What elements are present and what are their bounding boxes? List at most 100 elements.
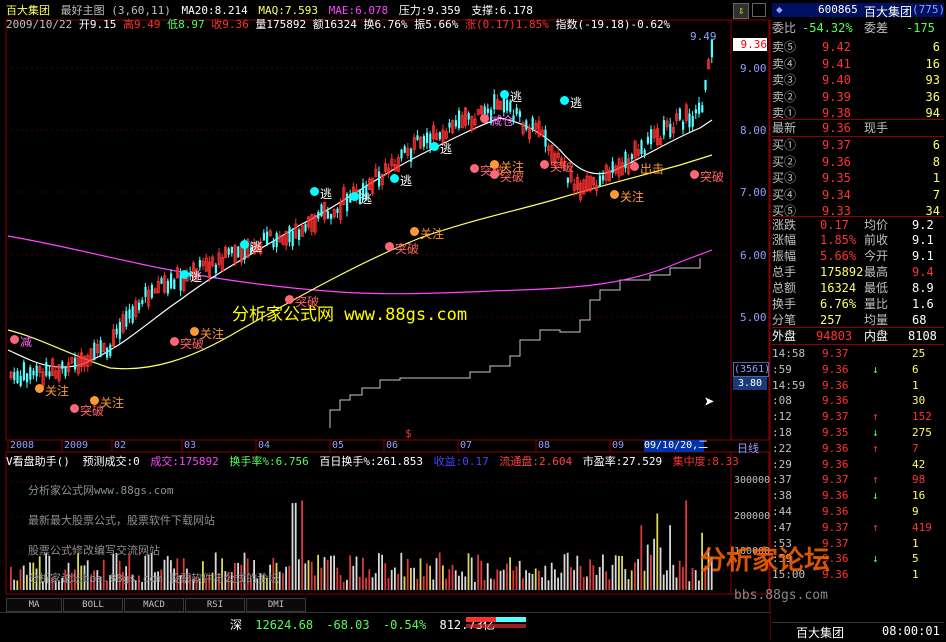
forecast-volume: 预测成交:0: [82, 455, 140, 468]
candle-body: [598, 175, 601, 188]
buy-row[interactable]: 买④ 9.34 7: [772, 187, 944, 203]
sell-volume: 6: [932, 40, 940, 54]
main-chart-frame: [5, 19, 770, 441]
candle-body: [128, 309, 131, 319]
signal-dot: [35, 384, 44, 393]
candle-body: [400, 149, 403, 159]
close-value: 收9.36: [211, 18, 249, 31]
signal-dot: [285, 295, 294, 304]
tick-price: 9.36: [822, 394, 849, 408]
tick-row: :22 9.36 ↑ 7: [772, 441, 944, 456]
volume-bar: [627, 579, 630, 590]
candle-body: [35, 365, 38, 377]
tick-row: :12 9.37 ↑ 152: [772, 409, 944, 424]
index-summary[interactable]: 深 12624.68 -68.03 -0.54% 812.73亿: [230, 616, 495, 633]
volume-bar: [291, 503, 294, 590]
sell-row[interactable]: 卖④ 9.41 16: [772, 56, 944, 72]
signal-label: 出击: [640, 162, 665, 176]
signal-label: 减仓: [490, 114, 515, 128]
volume-bar: [605, 571, 607, 590]
stat-value: 175892: [820, 265, 864, 279]
candle-body: [650, 129, 653, 145]
volume-bar: [502, 569, 505, 590]
stat-value: 1.85%: [820, 233, 857, 247]
volume-bar: [390, 569, 393, 590]
stat-value: 6.76%: [820, 297, 857, 311]
stock-name-panel: 百大集团: [864, 5, 913, 19]
tick-price: 9.37: [822, 520, 849, 534]
tick-row: 14:58 9.37 25: [772, 346, 944, 361]
tick-volume: 42: [912, 457, 926, 471]
signal-dot: [240, 240, 249, 249]
timeline-label: 2009: [64, 440, 89, 451]
volume-bar: [461, 571, 463, 590]
period-label[interactable]: 日线: [737, 440, 759, 456]
stat-label: 振幅: [772, 249, 797, 263]
weibi-value: -54.32%: [802, 21, 853, 35]
volume-bar: [637, 559, 639, 590]
formula-name[interactable]: 最好主图: [61, 4, 105, 17]
stat-value: 5.66%: [820, 249, 857, 263]
timeline-label: 06: [386, 440, 399, 451]
indicator-title[interactable]: V看盘助手(): [6, 455, 70, 468]
rise-bar: [466, 617, 496, 622]
inner-value: 8108: [908, 329, 937, 343]
tick-row: 14:59 9.36 1: [772, 378, 944, 393]
volume-bar: [310, 561, 313, 590]
indicator-button-boll[interactable]: BOLL: [63, 598, 123, 612]
volume-bar: [544, 565, 547, 590]
volume-bar: [346, 579, 348, 590]
sell-row[interactable]: 卖③ 9.40 93: [772, 72, 944, 88]
buy-row[interactable]: 买③ 9.35 1: [772, 170, 944, 186]
quote-tab-icon[interactable]: ◆: [776, 3, 783, 16]
indicator-button-ma[interactable]: MA: [6, 598, 62, 612]
volume-bar: [659, 547, 662, 590]
buy-row[interactable]: 买② 9.36 8: [772, 154, 944, 170]
low-value: 低8.97: [167, 18, 205, 31]
volume-bar: [410, 567, 412, 590]
volume-bar: [557, 577, 559, 590]
indicator-button-rsi[interactable]: RSI: [185, 598, 245, 612]
hundred-day-turnover: 百日换手%:261.853: [319, 455, 423, 468]
volume-bar: [288, 565, 291, 590]
volume-bar: [458, 575, 460, 590]
dollar-marker: $: [405, 427, 412, 440]
sell-volume: 16: [925, 56, 940, 71]
buy-volume: 6: [932, 138, 940, 152]
sell-row[interactable]: 卖⑤ 9.42 6: [772, 39, 944, 55]
volume-bar: [480, 560, 483, 590]
volume-bar: [349, 555, 351, 590]
sell-row[interactable]: 卖② 9.39 36: [772, 89, 944, 105]
signal-label: 逃: [320, 187, 333, 201]
stat-label-2: 均价: [864, 218, 889, 232]
timeline-label: 2008: [10, 440, 35, 451]
buy-row[interactable]: 买① 9.37 6: [772, 137, 944, 153]
signal-dot: [90, 396, 99, 405]
signal-dot: [70, 404, 79, 413]
tick-volume: 419: [912, 520, 932, 534]
volume-bar: [22, 565, 25, 590]
volume-bar: [634, 562, 636, 590]
volume-bar: [358, 576, 361, 590]
candle-body: [611, 161, 614, 173]
window-toggle-icon[interactable]: [752, 3, 766, 17]
indicator-button-dmi[interactable]: DMI: [246, 598, 306, 612]
stat-value-2: 9.4: [912, 265, 934, 279]
count-box: (3561): [733, 362, 771, 377]
signal-dot: [560, 96, 569, 105]
mae-value: MAE:6.078: [328, 4, 389, 17]
candle-body: [694, 109, 697, 114]
volume-bar: [630, 570, 633, 590]
volume-bar: [304, 563, 307, 590]
stock-name: 百大集团: [6, 4, 50, 17]
signal-dot: [610, 190, 619, 199]
stat-label: 涨跌: [772, 218, 797, 232]
tick-arrow: ↓: [872, 426, 879, 439]
candle-body: [275, 232, 278, 248]
download-icon[interactable]: ⇩: [733, 3, 749, 19]
stat-label: 换手: [772, 297, 797, 311]
candle-body: [678, 108, 681, 120]
indicator-button-macd[interactable]: MACD: [124, 598, 184, 612]
candle-body: [566, 177, 569, 184]
candle-body: [227, 248, 230, 255]
